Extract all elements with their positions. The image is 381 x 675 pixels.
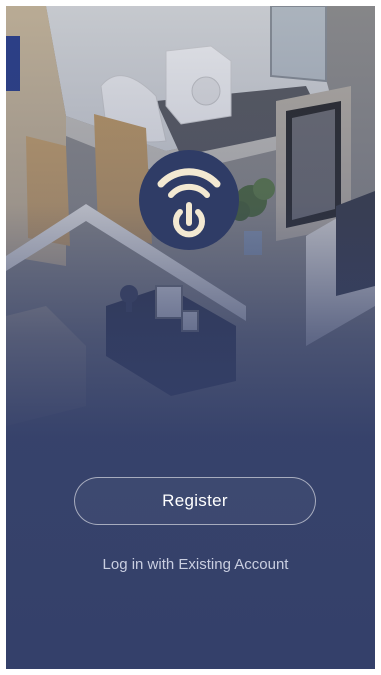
power-wifi-icon (139, 150, 239, 250)
login-existing-account-link[interactable]: Log in with Existing Account (46, 556, 345, 573)
register-button[interactable]: Register (74, 477, 316, 525)
register-button-label: Register (162, 491, 228, 510)
app-screen: Register Log in with Existing Account (6, 6, 375, 669)
